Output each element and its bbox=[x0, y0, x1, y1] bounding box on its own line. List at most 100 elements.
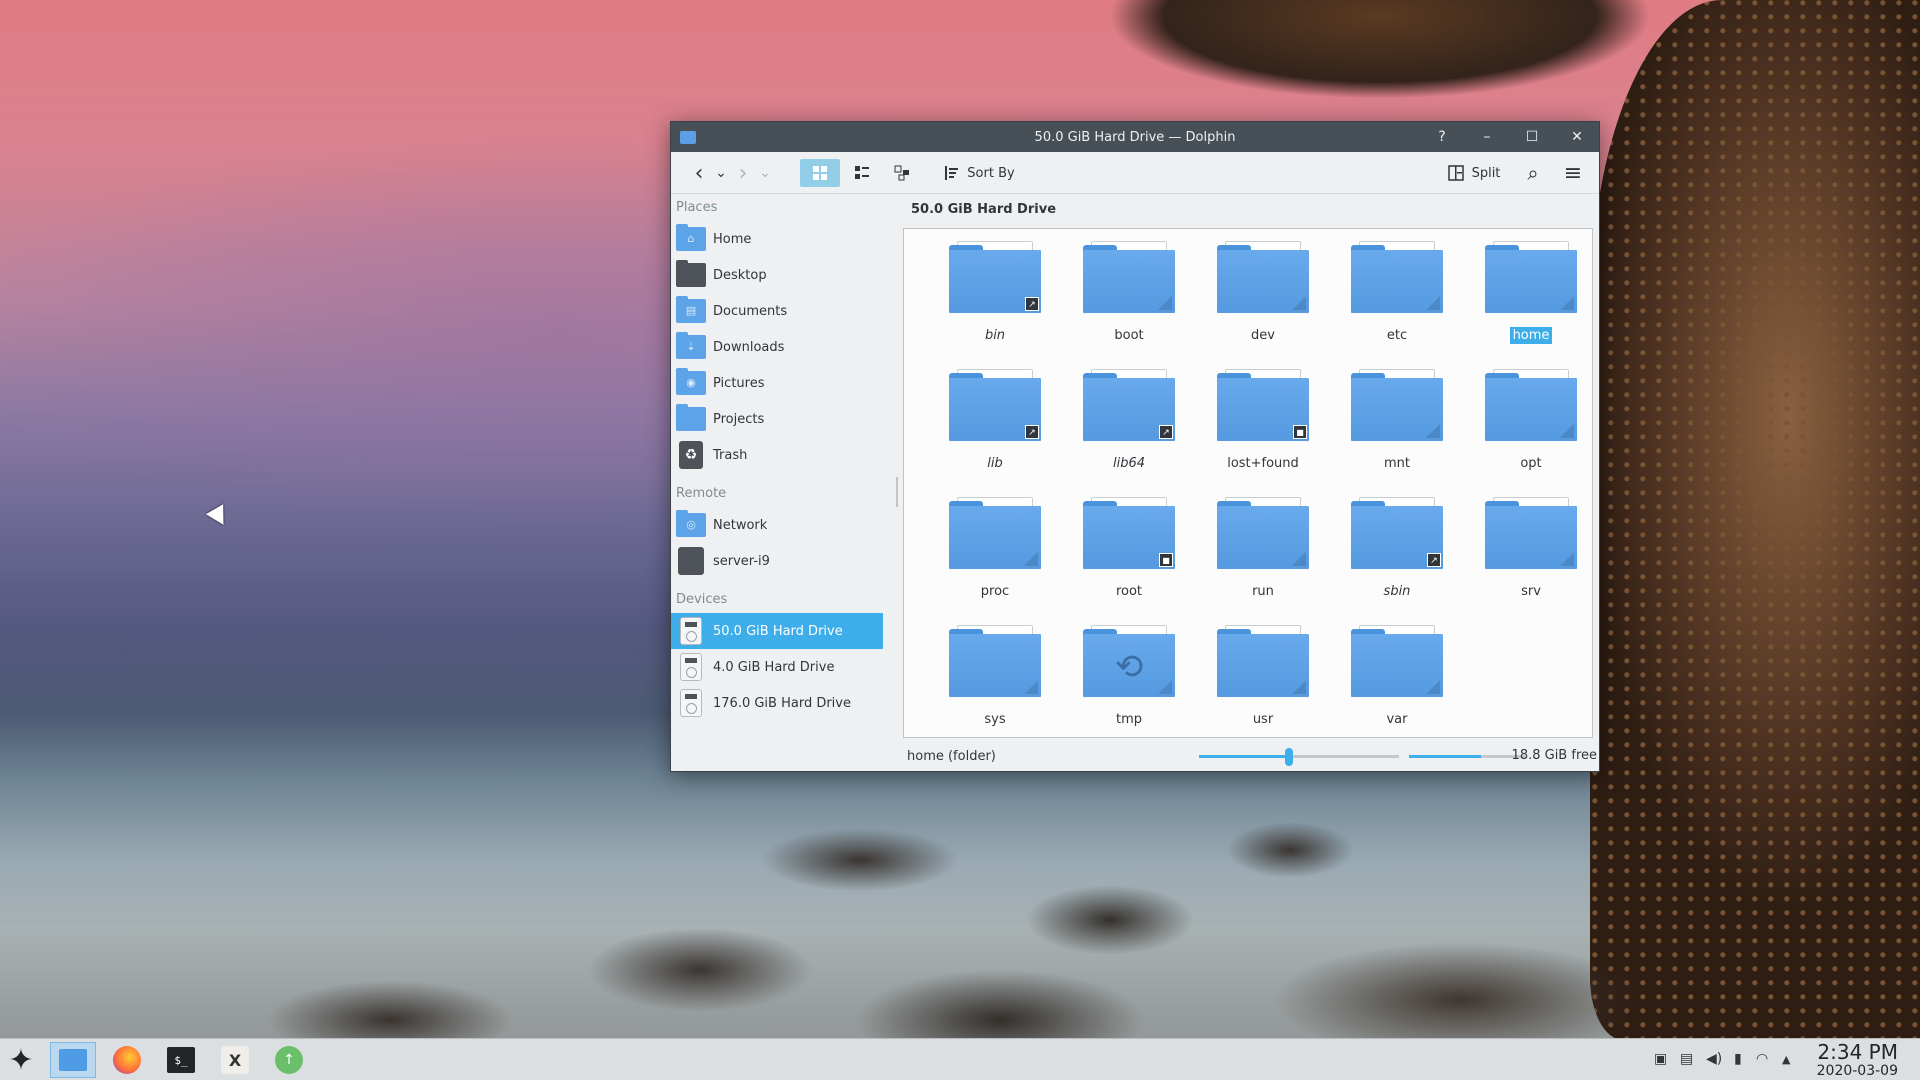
folder-item[interactable]: proc bbox=[928, 485, 1062, 613]
folder-item[interactable]: boot bbox=[1062, 229, 1196, 357]
task-terminal[interactable]: $_ bbox=[158, 1042, 204, 1078]
sort-by-label: Sort By bbox=[967, 165, 1015, 181]
zoom-slider-handle[interactable] bbox=[1285, 748, 1293, 766]
clipboard-icon[interactable]: ▤ bbox=[1680, 1051, 1693, 1067]
place-network[interactable]: ◎ Network bbox=[671, 507, 883, 543]
disk-space-bar bbox=[1409, 755, 1525, 758]
folder-name: lib64 bbox=[1112, 456, 1146, 471]
battery-icon[interactable]: ▮ bbox=[1734, 1051, 1742, 1067]
lock-emblem-icon: ■ bbox=[1293, 425, 1307, 439]
task-xorg[interactable]: X bbox=[212, 1042, 258, 1078]
folder-item[interactable]: ↗ sbin bbox=[1330, 485, 1464, 613]
forward-button[interactable]: › bbox=[733, 159, 753, 187]
folder-item[interactable]: opt bbox=[1464, 357, 1598, 485]
folder-item[interactable]: run bbox=[1196, 485, 1330, 613]
device-50gib-drive[interactable]: 50.0 GiB Hard Drive bbox=[671, 613, 883, 649]
panel-splitter-handle[interactable] bbox=[896, 477, 898, 507]
device-label: 50.0 GiB Hard Drive bbox=[713, 623, 843, 639]
folder-item[interactable]: ↗ lib64 bbox=[1062, 357, 1196, 485]
place-projects[interactable]: Projects bbox=[671, 401, 883, 437]
free-space-text: 18.8 GiB free bbox=[1511, 748, 1597, 763]
split-label: Split bbox=[1471, 165, 1501, 181]
device-label: 176.0 GiB Hard Drive bbox=[713, 695, 851, 711]
mouse-cursor-icon bbox=[205, 504, 233, 530]
folder-item[interactable]: usr bbox=[1196, 613, 1330, 741]
task-firefox[interactable] bbox=[104, 1042, 150, 1078]
folder-item[interactable]: srv bbox=[1464, 485, 1598, 613]
folder-icon bbox=[1351, 625, 1443, 697]
folder-item[interactable]: var bbox=[1330, 613, 1464, 741]
hamburger-menu-button[interactable]: ≡ bbox=[1559, 159, 1587, 187]
device-176gib-drive[interactable]: 176.0 GiB Hard Drive bbox=[671, 685, 883, 721]
launcher-star-icon: ✦ bbox=[8, 1042, 34, 1078]
folder-name: tmp bbox=[1115, 712, 1142, 727]
folder-item[interactable]: ↗ bin bbox=[928, 229, 1062, 357]
documents-folder-icon: ▤ bbox=[676, 296, 706, 323]
place-downloads-label: Downloads bbox=[713, 339, 785, 355]
task-updater[interactable]: ↑ bbox=[266, 1042, 312, 1078]
sort-by-button[interactable]: Sort By bbox=[939, 159, 1019, 187]
window-title: 50.0 GiB Hard Drive — Dolphin bbox=[1034, 129, 1236, 145]
volume-icon[interactable]: ◀) bbox=[1706, 1051, 1722, 1067]
folder-name: srv bbox=[1521, 584, 1541, 599]
place-downloads[interactable]: ⇣ Downloads bbox=[671, 329, 883, 365]
place-server-i9[interactable]: server-i9 bbox=[671, 543, 883, 579]
folder-item[interactable]: sys bbox=[928, 613, 1062, 741]
display-icon[interactable]: ▣ bbox=[1654, 1051, 1667, 1067]
terminal-icon: $_ bbox=[167, 1047, 195, 1073]
icons-view-button[interactable] bbox=[800, 159, 840, 187]
clock-date[interactable]: 2020-03-09 bbox=[1817, 1063, 1898, 1079]
compact-view-button[interactable] bbox=[844, 159, 880, 187]
application-launcher[interactable]: ✦ bbox=[0, 1042, 42, 1078]
sort-icon bbox=[945, 166, 959, 180]
folder-item[interactable]: home bbox=[1464, 229, 1598, 357]
split-button[interactable]: Split bbox=[1441, 159, 1507, 187]
compact-view-icon bbox=[855, 166, 869, 179]
desktop-folder-icon bbox=[676, 260, 706, 287]
details-view-icon bbox=[894, 165, 909, 181]
task-dolphin[interactable] bbox=[50, 1042, 96, 1078]
folder-item[interactable]: ⟲ tmp bbox=[1062, 613, 1196, 741]
folder-item[interactable]: mnt bbox=[1330, 357, 1464, 485]
remote-section-title: Remote bbox=[676, 486, 727, 501]
folder-item[interactable]: dev bbox=[1196, 229, 1330, 357]
places-panel: Places ⌂ Home Desktop ▤ Documents ⇣ Down… bbox=[671, 195, 891, 771]
close-button[interactable]: ✕ bbox=[1562, 122, 1592, 152]
place-desktop[interactable]: Desktop bbox=[671, 257, 883, 293]
folder-icon bbox=[949, 497, 1041, 569]
forward-history-button[interactable]: ⌄ bbox=[757, 159, 773, 187]
folder-name: sys bbox=[984, 712, 1006, 727]
pictures-folder-icon: ◉ bbox=[676, 368, 706, 395]
folder-name: dev bbox=[1251, 328, 1275, 343]
folder-item[interactable]: ↗ lib bbox=[928, 357, 1062, 485]
place-documents[interactable]: ▤ Documents bbox=[671, 293, 883, 329]
hard-drive-icon bbox=[680, 689, 702, 717]
zoom-slider[interactable] bbox=[1199, 748, 1399, 766]
folder-item[interactable]: ■ root bbox=[1062, 485, 1196, 613]
help-button[interactable]: ? bbox=[1427, 122, 1457, 152]
minimize-button[interactable]: – bbox=[1472, 122, 1502, 152]
maximize-button[interactable]: ☐ bbox=[1517, 122, 1547, 152]
expand-icon[interactable]: ▲ bbox=[1782, 1053, 1790, 1066]
place-trash[interactable]: ♻ Trash bbox=[671, 437, 883, 473]
network-icon[interactable]: ◠ bbox=[1756, 1051, 1768, 1067]
device-4gib-drive[interactable]: 4.0 GiB Hard Drive bbox=[671, 649, 883, 685]
place-network-label: Network bbox=[713, 517, 768, 533]
split-icon bbox=[1447, 165, 1464, 181]
folder-icon bbox=[1217, 497, 1309, 569]
folder-item[interactable]: etc bbox=[1330, 229, 1464, 357]
symlink-emblem-icon: ↗ bbox=[1025, 297, 1039, 311]
clock-time[interactable]: 2:34 PM bbox=[1817, 1040, 1898, 1064]
search-button[interactable]: ⌕ bbox=[1519, 159, 1547, 187]
folder-name: proc bbox=[980, 584, 1010, 599]
place-home[interactable]: ⌂ Home bbox=[671, 221, 883, 257]
back-button[interactable]: ‹ bbox=[689, 159, 709, 187]
file-view[interactable]: ↗ bin boot dev etc home ↗ lib ↗ lib64 ■ lost+found m… bbox=[903, 228, 1593, 738]
place-pictures[interactable]: ◉ Pictures bbox=[671, 365, 883, 401]
back-history-button[interactable]: ⌄ bbox=[713, 159, 729, 187]
details-view-button[interactable] bbox=[884, 159, 920, 187]
window-titlebar[interactable]: 50.0 GiB Hard Drive — Dolphin ? – ☐ ✕ bbox=[671, 122, 1599, 152]
projects-folder-icon bbox=[676, 404, 706, 431]
folder-item[interactable]: ■ lost+found bbox=[1196, 357, 1330, 485]
dolphin-app-icon[interactable] bbox=[680, 131, 696, 144]
